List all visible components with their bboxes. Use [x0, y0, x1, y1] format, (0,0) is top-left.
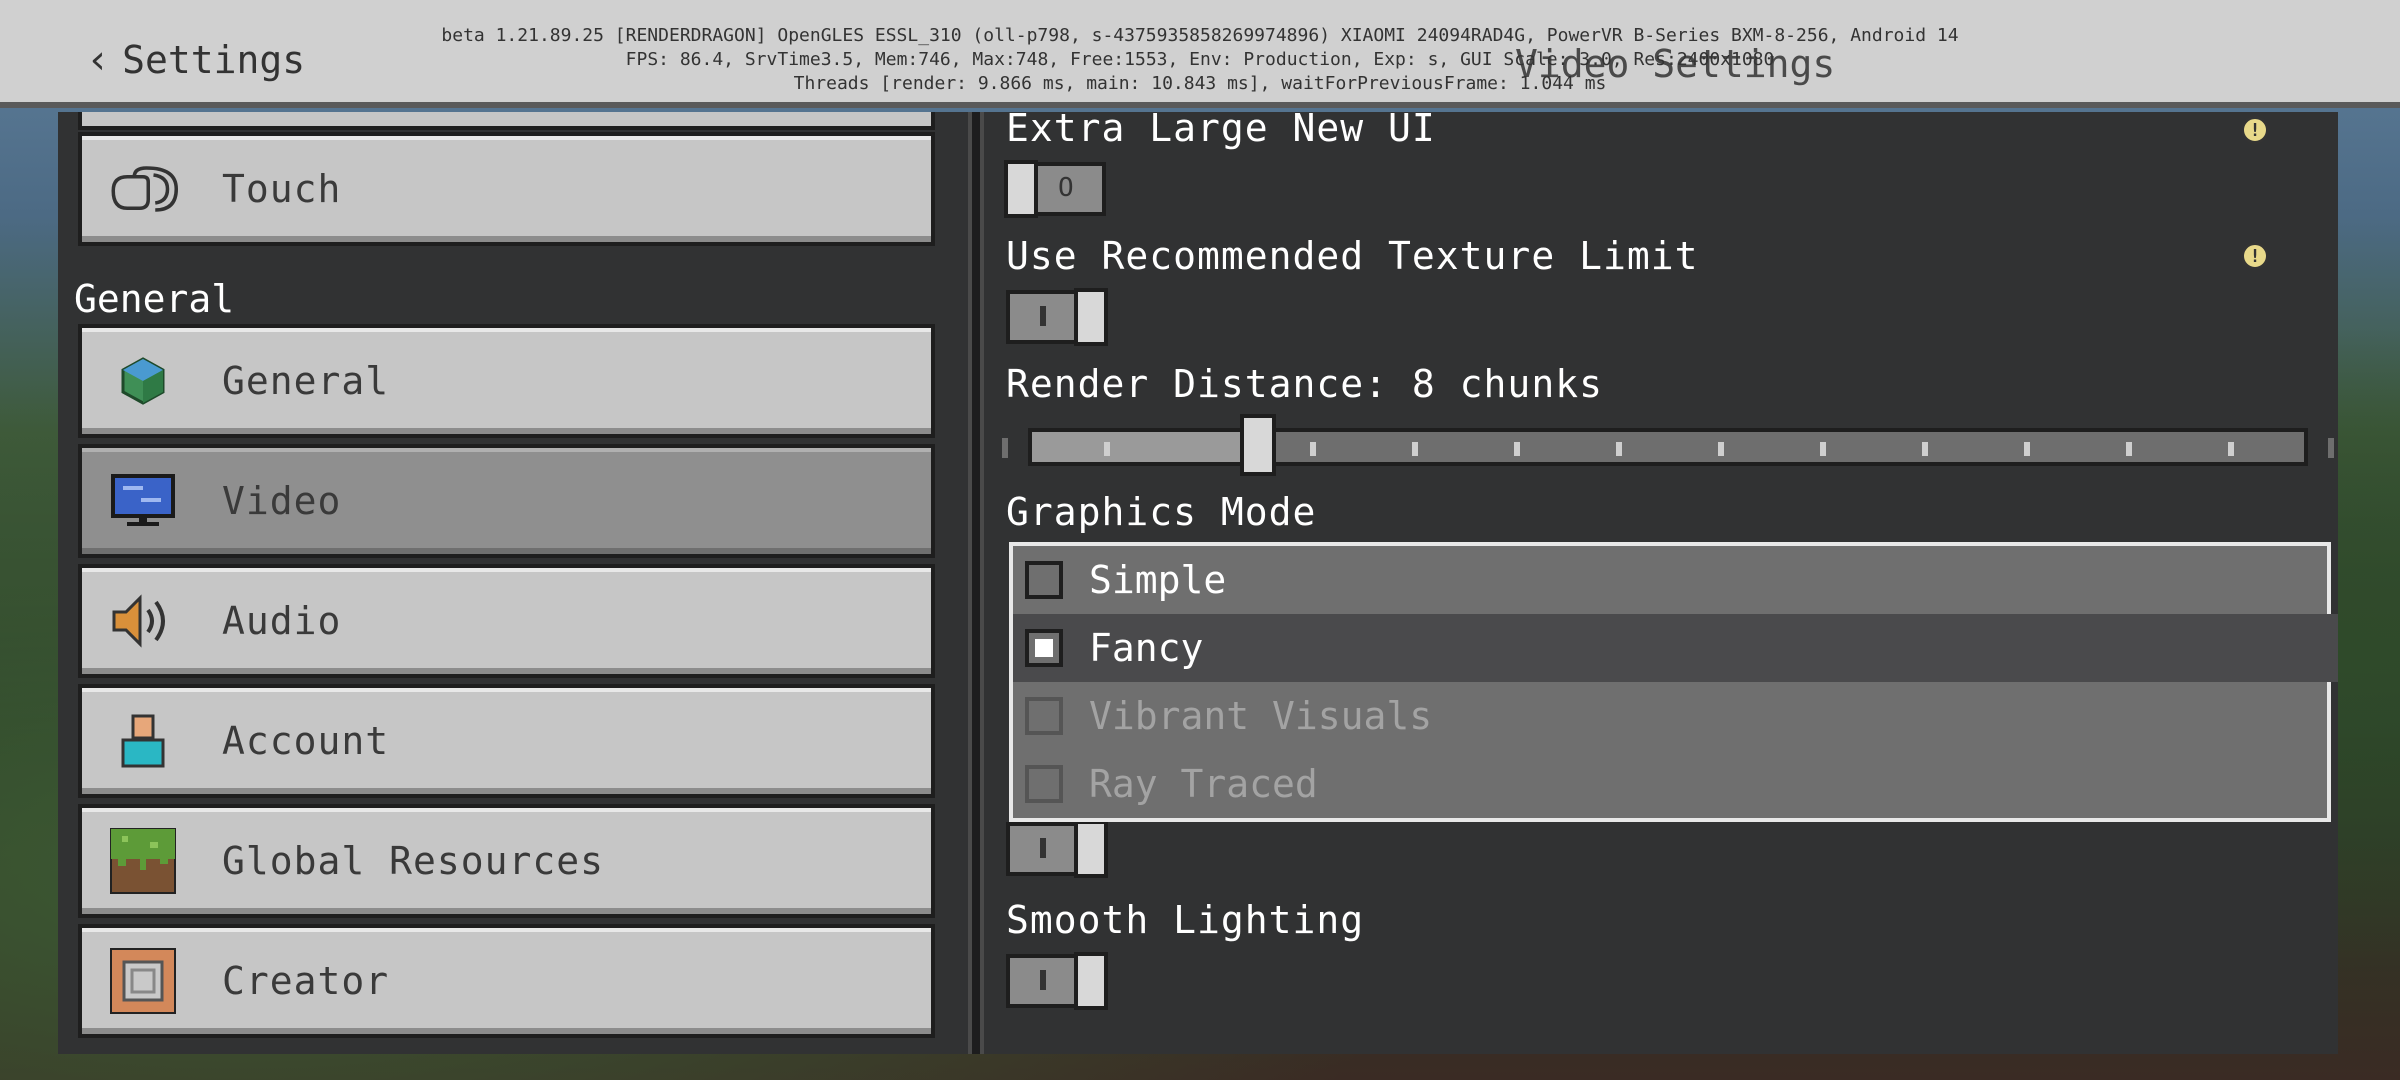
globe-icon: [108, 346, 178, 416]
debug-line: Threads [render: 9.866 ms, main: 10.843 …: [793, 73, 1607, 94]
touch-icon: [108, 154, 178, 224]
slider-fill: [1032, 432, 1262, 462]
graphics-option-vibrant-visuals: Vibrant Visuals: [1013, 682, 2327, 750]
debug-line: beta 1.21.89.25 [RENDERDRAGON] OpenGLES …: [441, 25, 1959, 46]
smooth-lighting-label: Smooth Lighting: [1006, 898, 1365, 942]
debug-overlay: beta 1.21.89.25 [RENDERDRAGON] OpenGLES …: [0, 24, 2400, 96]
hidden-setting-toggle[interactable]: [1006, 820, 1108, 878]
setting-label-texture-limit: Use Recommended Texture Limit: [1006, 234, 1699, 278]
sidebar-item-partial[interactable]: [78, 112, 935, 130]
option-label: Fancy: [1089, 626, 1204, 670]
option-label: Ray Traced: [1089, 762, 1318, 806]
slider-tick: [1310, 442, 1316, 456]
toggle-on-mark: [1040, 306, 1046, 326]
setting-label-extra-large-ui: Extra Large New UI: [1006, 112, 1436, 150]
slider-tick: [1616, 442, 1622, 456]
option-checkbox[interactable]: [1025, 629, 1063, 667]
option-label: Simple: [1089, 558, 1227, 602]
sidebar-item-audio[interactable]: Audio: [78, 564, 935, 678]
sidebar-item-label: Touch: [222, 167, 342, 211]
slider-edge-mark: [2328, 438, 2334, 458]
toggle-off-mark: O: [1058, 173, 1074, 203]
graphics-option-ray-traced: Ray Traced: [1013, 750, 2327, 818]
option-checkbox: [1025, 765, 1063, 803]
scrollbar-divider[interactable]: [968, 112, 984, 1054]
option-label: Vibrant Visuals: [1089, 694, 1433, 738]
sidebar-item-global-resources[interactable]: Global Resources: [78, 804, 935, 918]
render-distance-label: Render Distance: 8 chunks: [1006, 362, 1603, 406]
toggle-knob: [1074, 288, 1108, 346]
sidebar-item-video[interactable]: Video: [78, 444, 935, 558]
slider-tick: [2126, 442, 2132, 456]
sidebar-item-general[interactable]: General: [78, 324, 935, 438]
toggle-knob: [1074, 952, 1108, 1010]
slider-tick: [2024, 442, 2030, 456]
slider-tick: [1412, 442, 1418, 456]
monitor-icon: [108, 466, 178, 536]
toggle-on-mark: [1040, 838, 1046, 858]
slider-tick: [2228, 442, 2234, 456]
sidebar-item-label: Audio: [222, 599, 342, 643]
sidebar: Touch General General Video Audio Accoun…: [58, 112, 968, 1054]
section-heading-general: General: [74, 277, 235, 321]
command-block-icon: [108, 946, 178, 1016]
graphics-mode-label: Graphics Mode: [1006, 490, 1317, 534]
render-distance-slider-knob[interactable]: [1240, 414, 1276, 476]
extra-large-ui-toggle[interactable]: O: [1004, 160, 1106, 218]
option-checkbox: [1025, 697, 1063, 735]
graphics-mode-dropdown[interactable]: Simple Fancy Vibrant Visuals Ray Traced: [1009, 542, 2338, 822]
speaker-icon: [108, 586, 178, 656]
render-distance-slider[interactable]: [1028, 428, 2308, 466]
sidebar-item-label: General: [222, 359, 390, 403]
slider-tick: [1922, 442, 1928, 456]
sidebar-item-label: Account: [222, 719, 390, 763]
slider-tick: [1820, 442, 1826, 456]
sidebar-item-label: Global Resources: [222, 839, 605, 883]
toggle-on-mark: [1040, 970, 1046, 990]
sidebar-item-label: Video: [222, 479, 342, 523]
video-settings-panel: Extra Large New UI ! O Use Recommended T…: [984, 112, 2338, 1054]
info-icon[interactable]: !: [2241, 242, 2269, 270]
debug-line: FPS: 86.4, SrvTime3.5, Mem:746, Max:748,…: [625, 49, 1775, 70]
slider-edge-mark: [1002, 438, 1008, 458]
graphics-option-fancy[interactable]: Fancy: [1013, 614, 2338, 682]
sidebar-item-creator[interactable]: Creator: [78, 924, 935, 1038]
sidebar-item-account[interactable]: Account: [78, 684, 935, 798]
texture-limit-toggle[interactable]: [1006, 288, 1108, 346]
info-icon[interactable]: !: [2241, 116, 2269, 144]
smooth-lighting-toggle[interactable]: [1006, 952, 1108, 1010]
grass-block-icon: [108, 826, 178, 896]
slider-tick: [1514, 442, 1520, 456]
slider-tick: [1718, 442, 1724, 456]
graphics-option-simple[interactable]: Simple: [1013, 546, 2327, 614]
toggle-knob: [1004, 160, 1038, 218]
option-checkbox[interactable]: [1025, 561, 1063, 599]
sidebar-item-label: Creator: [222, 959, 390, 1003]
sidebar-item-touch[interactable]: Touch: [78, 132, 935, 246]
person-icon: [108, 706, 178, 776]
slider-tick: [1104, 442, 1110, 456]
top-bar: ‹ Settings Video Settings beta 1.21.89.2…: [0, 0, 2400, 108]
toggle-knob: [1074, 820, 1108, 878]
